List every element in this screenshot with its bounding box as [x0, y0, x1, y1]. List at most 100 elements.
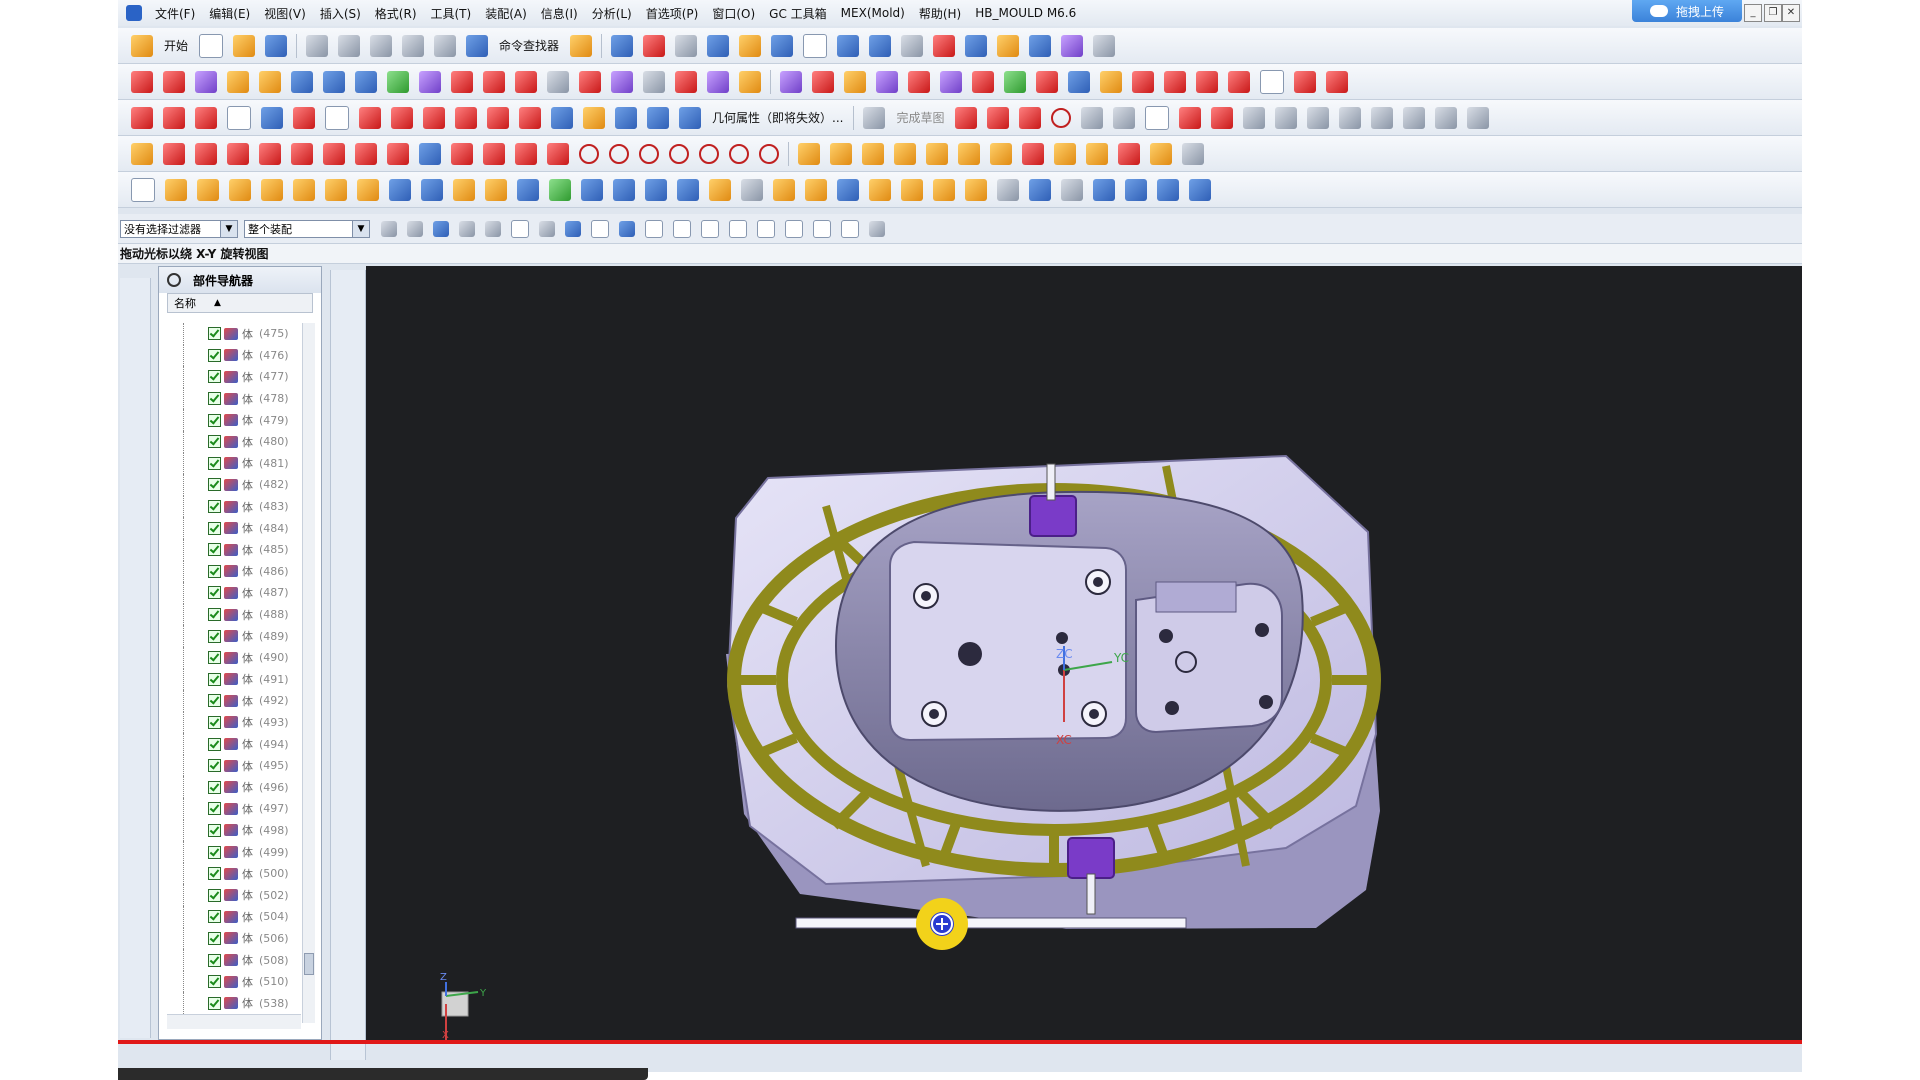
visibility-checkbox[interactable] [208, 500, 221, 514]
lifter-icon[interactable] [677, 178, 699, 201]
filter-settings-icon[interactable] [381, 220, 397, 237]
circle-tangent-icon[interactable] [639, 143, 659, 164]
tree-row[interactable]: 体 (487) [167, 582, 297, 604]
start-icon[interactable] [131, 34, 153, 57]
circle-point-icon[interactable] [579, 143, 599, 164]
wire-tool-icon[interactable] [997, 178, 1019, 201]
selection-icon[interactable] [611, 34, 634, 57]
snap-endpoint-icon[interactable] [591, 219, 609, 238]
snap-icon[interactable] [1061, 34, 1084, 57]
check-region-icon[interactable] [549, 178, 571, 201]
sphere-shape-icon[interactable] [901, 178, 923, 201]
assembly-navigator-icon[interactable] [123, 292, 147, 316]
pocket-side-icon[interactable] [337, 923, 359, 945]
tree-row[interactable]: 体 (491) [167, 668, 297, 691]
part-navigator-icon[interactable] [123, 380, 147, 404]
auto-constrain-icon[interactable] [1435, 106, 1458, 129]
visibility-checkbox[interactable] [208, 586, 221, 600]
parting-icon[interactable] [1022, 142, 1044, 165]
face-filter-icon[interactable] [539, 220, 555, 237]
visibility-checkbox[interactable] [208, 910, 221, 924]
cone-tool-icon[interactable] [1157, 178, 1179, 201]
geometric-properties-button[interactable]: 几何属性（即将失效）... [712, 109, 843, 126]
measure-icon[interactable] [997, 34, 1020, 57]
section-curve-icon[interactable] [615, 106, 637, 129]
visibility-checkbox[interactable] [208, 715, 221, 729]
select-all-icon[interactable] [407, 220, 423, 237]
mesh-tool-icon[interactable] [933, 178, 955, 201]
cube-icon[interactable] [837, 178, 859, 201]
face-blend-icon[interactable] [579, 70, 601, 93]
snap-bounded-icon[interactable] [869, 220, 885, 237]
history-icon[interactable] [123, 556, 147, 580]
shaded-view-icon[interactable] [707, 34, 730, 57]
through-curves-icon[interactable] [323, 70, 345, 93]
roles-icon[interactable] [123, 732, 147, 756]
sketch-rectangle-icon[interactable] [1145, 105, 1170, 130]
pattern-curve-icon[interactable] [551, 106, 573, 129]
tree-row[interactable]: 体 (489) [167, 625, 297, 647]
thicken-icon[interactable] [844, 70, 866, 93]
project-curve-icon[interactable] [1228, 70, 1250, 93]
menu-hb-mould[interactable]: HB_MOULD M6.6 [968, 6, 1083, 20]
chamfer-curve-icon[interactable] [487, 106, 509, 129]
surface-icon[interactable] [131, 70, 153, 93]
snap-point-icon[interactable] [813, 219, 831, 238]
curve-bracket-icon[interactable] [515, 142, 537, 165]
studio-surface-icon[interactable] [419, 70, 441, 93]
orient-view-icon[interactable] [771, 34, 794, 57]
menu-window[interactable]: 窗口(O) [705, 5, 762, 22]
visibility-checkbox[interactable] [208, 823, 221, 837]
tree-row[interactable]: 体 (485) [167, 538, 297, 561]
circle-center-icon[interactable] [609, 143, 629, 164]
electrode-side-icon[interactable] [337, 889, 359, 911]
curve-offset-icon[interactable] [1132, 70, 1154, 93]
cavity-layout-icon[interactable] [958, 142, 980, 165]
law-extension-icon[interactable] [611, 70, 633, 93]
move-face-icon[interactable] [1068, 70, 1090, 93]
electrode-icon[interactable] [229, 178, 251, 201]
visibility-checkbox[interactable] [208, 413, 221, 427]
arc-icon[interactable] [163, 106, 185, 129]
tree-row[interactable]: 体 (481) [167, 452, 297, 475]
type-filter-dropdown[interactable]: 没有选择过滤器 ▼ [120, 219, 238, 238]
sketch-settings-icon[interactable] [1467, 106, 1490, 129]
mold-tools-side-icon[interactable] [337, 521, 359, 543]
patch-icon[interactable] [483, 70, 505, 93]
menu-tools[interactable]: 工具(T) [424, 5, 479, 22]
tree-row[interactable]: 体 (498) [167, 819, 297, 842]
visibility-checkbox[interactable] [208, 802, 221, 816]
block-icon[interactable] [773, 178, 795, 201]
reuse-library-icon[interactable] [123, 424, 147, 448]
process-studio-icon[interactable] [123, 644, 147, 668]
offset-surface-icon[interactable] [227, 70, 249, 93]
menu-information[interactable]: 信息(I) [534, 5, 585, 22]
casting-process-icon[interactable] [517, 178, 539, 201]
select-feature-icon[interactable] [485, 220, 501, 237]
snap-control-icon[interactable] [673, 219, 691, 238]
sketch-line-icon[interactable] [987, 106, 1010, 129]
visibility-checkbox[interactable] [208, 543, 221, 557]
sub-insert-side-icon[interactable] [337, 755, 359, 777]
shrinkage-icon[interactable] [894, 142, 916, 165]
family-mold-icon[interactable] [337, 487, 359, 509]
quick-trim-icon[interactable] [1275, 106, 1298, 129]
play-icon[interactable] [1029, 34, 1052, 57]
command-finder-icon[interactable] [466, 34, 489, 57]
visibility-checkbox[interactable] [208, 608, 221, 622]
visibility-checkbox[interactable] [208, 867, 221, 881]
sketch-fillet-icon[interactable] [1081, 106, 1104, 129]
styled-blend-icon[interactable] [675, 70, 697, 93]
sub-insert-icon[interactable] [613, 178, 635, 201]
wcs-orient-icon[interactable] [337, 353, 359, 375]
slide-icon[interactable] [645, 178, 667, 201]
text-curve-icon[interactable] [1326, 70, 1348, 93]
mold-model[interactable]: XC YC ZC Y X Z [366, 266, 1802, 1040]
tree-row[interactable]: 体 (504) [167, 906, 297, 928]
mold-init-icon[interactable] [830, 142, 852, 165]
minimize-button[interactable]: _ [1744, 4, 1762, 22]
extend-surface-icon[interactable] [259, 70, 281, 93]
share-upload-button[interactable]: 拖拽上传 [1632, 0, 1742, 22]
offset-face-icon[interactable] [940, 70, 962, 93]
menu-file[interactable]: 文件(F) [148, 5, 202, 22]
